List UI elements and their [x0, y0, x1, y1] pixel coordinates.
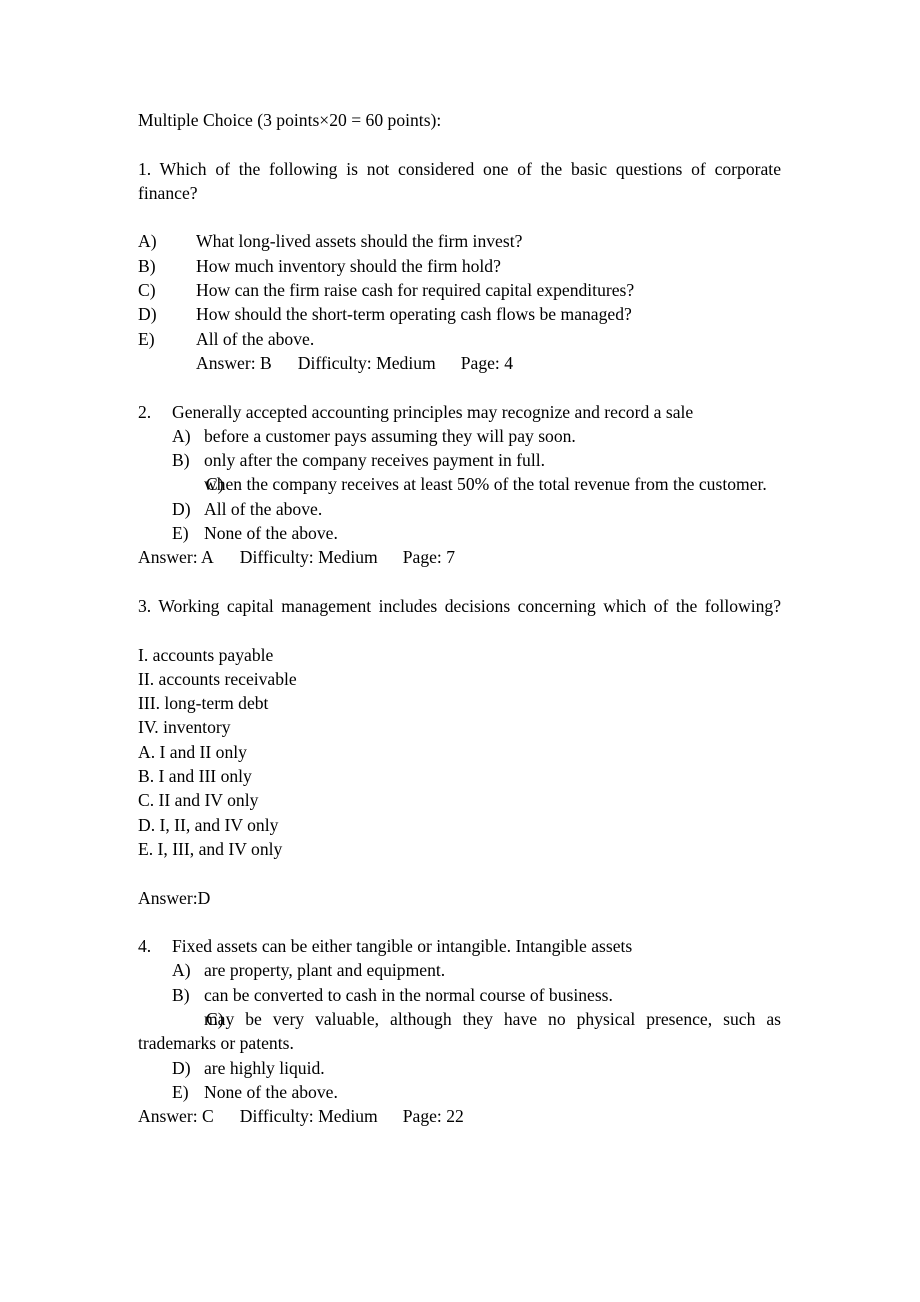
- option-text: only after the company receives payment …: [204, 450, 545, 471]
- question-2-option-a: A) before a customer pays assuming they w…: [138, 424, 781, 448]
- option-label: E): [172, 1081, 189, 1102]
- question-4-stem: 4. Fixed assets can be either tangible or…: [138, 934, 781, 958]
- page-label: Page: 22: [402, 1106, 464, 1127]
- option-text: How should the short-term operating cash…: [196, 304, 632, 325]
- page-label: Page: 7: [402, 547, 456, 568]
- option-label: D): [172, 1057, 191, 1078]
- question-number: 2.: [138, 401, 152, 422]
- option-text: when the company receives at least 50% o…: [204, 474, 767, 495]
- difficulty-label: Difficulty: Medium: [239, 547, 378, 568]
- option-label: A): [138, 231, 157, 252]
- option-label: D): [172, 498, 191, 519]
- question-3-roman-ii: II. accounts receivable: [138, 668, 297, 689]
- section-heading: Multiple Choice (3 points×20 = 60 points…: [138, 110, 442, 130]
- question-1-option-a: A) What long-lived assets should the firm…: [138, 229, 781, 253]
- question-text: Fixed assets can be either tangible or i…: [172, 936, 633, 957]
- option-label: C): [206, 474, 224, 495]
- option-text: None of the above.: [204, 1081, 338, 1102]
- question-2-option-c: C)when the company receives at least 50%…: [138, 472, 781, 496]
- page-label: Page: 4: [460, 352, 514, 373]
- question-4: 4. Fixed assets can be either tangible or…: [138, 934, 781, 1128]
- option-label: B): [172, 450, 190, 471]
- question-3-roman-iii: III. long-term debt: [138, 693, 269, 714]
- option-label: B): [138, 255, 156, 276]
- option-text: are highly liquid.: [204, 1057, 325, 1078]
- question-3-option-b: B. I and III only: [138, 766, 252, 787]
- answer-label: Answer: A: [138, 547, 214, 568]
- question-3-answer-line: Answer:D: [138, 887, 211, 908]
- option-label: A): [172, 425, 191, 446]
- question-2-option-e: E) None of the above.: [138, 521, 781, 545]
- option-text: before a customer pays assuming they wil…: [204, 425, 576, 446]
- question-3-option-c: C. II and IV only: [138, 790, 259, 811]
- question-1: 1. Which of the following is not conside…: [138, 157, 781, 376]
- option-text: None of the above.: [204, 523, 338, 544]
- option-text: All of the above.: [196, 328, 315, 349]
- question-4-option-c: C)may be very valuable, although they ha…: [138, 1007, 781, 1056]
- option-label: C): [206, 1008, 224, 1029]
- question-3-stem: 3. Working capital management includes d…: [138, 595, 781, 616]
- option-label: E): [172, 523, 189, 544]
- question-2-stem: 2. Generally accepted accounting principl…: [138, 400, 781, 424]
- question-2-option-b: B) only after the company receives paymen…: [138, 448, 781, 472]
- option-text: How can the firm raise cash for required…: [196, 280, 635, 301]
- question-2-option-d: D) All of the above.: [138, 497, 781, 521]
- question-3-option-a: A. I and II only: [138, 741, 247, 762]
- question-1-option-d: D) How should the short-term operating ca…: [138, 302, 781, 326]
- option-label: E): [138, 328, 155, 349]
- question-4-option-b: B) can be converted to cash in the normal…: [138, 983, 781, 1007]
- option-label: C): [138, 280, 156, 301]
- question-4-option-a: A) are property, plant and equipment.: [138, 958, 781, 982]
- option-text: What long-lived assets should the firm i…: [196, 231, 523, 252]
- question-2: 2. Generally accepted accounting principl…: [138, 400, 781, 570]
- question-3-roman-i: I. accounts payable: [138, 644, 274, 665]
- answer-label: Answer: B: [196, 352, 272, 373]
- answer-label: Answer: C: [138, 1106, 214, 1127]
- option-label: D): [138, 304, 157, 325]
- question-3-option-e: E. I, III, and IV only: [138, 838, 283, 859]
- question-3-roman-iv: IV. inventory: [138, 717, 231, 738]
- question-number: 4.: [138, 936, 152, 957]
- question-1-option-e: E) All of the above.: [138, 327, 781, 351]
- option-text: can be converted to cash in the normal c…: [204, 984, 613, 1005]
- option-text: All of the above.: [204, 498, 323, 519]
- document-page: Multiple Choice (3 points×20 = 60 points…: [0, 0, 920, 1302]
- question-1-option-b: B) How much inventory should the firm hol…: [138, 254, 781, 278]
- document-body: Multiple Choice (3 points×20 = 60 points…: [138, 108, 781, 1128]
- question-4-option-d: D) are highly liquid.: [138, 1056, 781, 1080]
- question-4-option-e: E) None of the above.: [138, 1080, 781, 1104]
- option-label: B): [172, 984, 190, 1005]
- question-1-answer-line: Answer: B Difficulty: Medium Page: 4: [138, 351, 781, 375]
- question-text: Generally accepted accounting principles…: [172, 401, 694, 422]
- question-3: 3. Working capital management includes d…: [138, 594, 781, 910]
- question-1-option-c: C) How can the firm raise cash for requir…: [138, 278, 781, 302]
- question-3-option-d: D. I, II, and IV only: [138, 814, 279, 835]
- difficulty-label: Difficulty: Medium: [297, 352, 436, 373]
- option-text: How much inventory should the firm hold?: [196, 255, 501, 276]
- option-label: A): [172, 960, 191, 981]
- option-text: are property, plant and equipment.: [204, 960, 446, 981]
- question-4-answer-line: Answer: C Difficulty: Medium Page: 22: [138, 1104, 781, 1128]
- difficulty-label: Difficulty: Medium: [239, 1106, 378, 1127]
- question-2-answer-line: Answer: A Difficulty: Medium Page: 7: [138, 545, 781, 569]
- question-1-stem: 1. Which of the following is not conside…: [138, 158, 786, 203]
- option-text: may be very valuable, although they have…: [138, 1008, 781, 1054]
